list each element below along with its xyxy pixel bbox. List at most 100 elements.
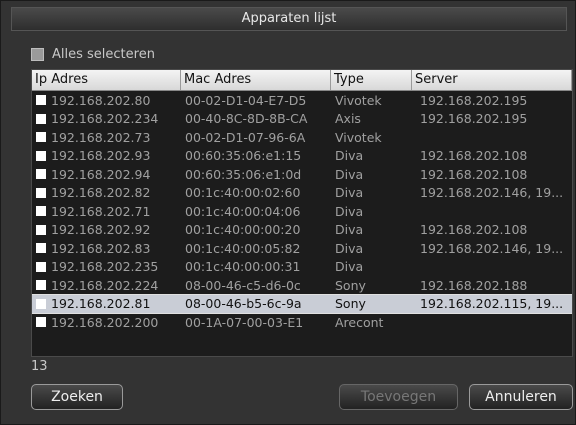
cell-ip: 192.168.202.92 [32,222,181,237]
row-checkbox[interactable] [36,280,46,291]
cell-server: 192.168.202.195 [420,92,528,108]
cell-server: 192.168.202.108 [420,148,528,164]
cell-server: 192.168.202.146, 19... [420,185,564,201]
ip-address: 192.168.202.71 [51,203,151,219]
ip-address: 192.168.202.83 [51,240,151,256]
cell-mac: 00-02-D1-07-96-6A [185,129,306,145]
cell-type: Sony [335,296,366,312]
cell-server: 192.168.202.108 [420,222,528,238]
column-header-server[interactable]: Server [412,70,572,90]
cell-ip: 192.168.202.81 [32,296,181,311]
table-row[interactable]: 192.168.202.94 00:60:35:06:e1:0d Diva 192.1… [32,165,572,184]
row-checkbox[interactable] [36,317,46,328]
ip-address: 192.168.202.73 [51,129,151,145]
cell-mac: 08-00-46-b5-6c-9a [185,296,302,312]
row-checkbox[interactable] [36,169,46,180]
table-row[interactable]: 192.168.202.80 00-02-D1-04-E7-D5 Vivotek 19… [32,91,572,110]
row-checkbox[interactable] [36,113,46,124]
table-row[interactable]: 192.168.202.73 00-02-D1-07-96-6A Vivotek [32,128,572,147]
cell-server: 192.168.202.108 [420,166,528,182]
cell-mac: 00-1A-07-00-03-E1 [185,314,304,330]
device-list-dialog: Apparaten lijst Alles selecteren Ip Adre… [0,0,576,425]
cell-ip: 192.168.202.83 [32,241,181,256]
row-checkbox[interactable] [36,298,46,309]
cell-server: 192.168.202.115, 19... [420,296,564,312]
ip-address: 192.168.202.224 [51,277,159,293]
cell-mac: 00:1c:40:00:00:20 [185,222,301,238]
cell-type: Diva [335,259,364,275]
cell-type: Sony [335,277,366,293]
cell-ip: 192.168.202.234 [32,111,181,126]
table-row[interactable]: 192.168.202.235 00:1c:40:00:00:31 Diva [32,258,572,277]
row-checkbox[interactable] [36,150,46,161]
row-checkbox[interactable] [36,243,46,254]
ip-address: 192.168.202.81 [51,296,151,312]
ip-address: 192.168.202.82 [51,185,151,201]
cell-mac: 00-02-D1-04-E7-D5 [185,92,307,108]
cell-mac: 08-00-46-c5-d6-0c [185,277,301,293]
ip-address: 192.168.202.80 [51,92,151,108]
table-row[interactable]: 192.168.202.71 00:1c:40:00:04:06 Diva [32,202,572,221]
dialog-title: Apparaten lijst [11,7,567,31]
cell-type: Diva [335,203,364,219]
row-checkbox[interactable] [36,261,46,272]
ip-address: 192.168.202.94 [51,166,151,182]
table-row[interactable]: 192.168.202.82 00:1c:40:00:02:60 Diva 192.1… [32,184,572,203]
cancel-button[interactable]: Annuleren [469,384,573,410]
cell-mac: 00-40-8C-8D-8B-CA [185,111,308,127]
cell-mac: 00:60:35:06:e1:15 [185,148,302,164]
cell-type: Diva [335,166,364,182]
cell-type: Vivotek [335,92,382,108]
row-checkbox[interactable] [36,132,46,143]
table-header: Ip Adres Mac Adres Type Server [32,70,572,91]
table-row[interactable]: 192.168.202.83 00:1c:40:00:05:82 Diva 192.1… [32,239,572,258]
cell-mac: 00:1c:40:00:00:31 [185,259,301,275]
table-row[interactable]: 192.168.202.234 00-40-8C-8D-8B-CA Axis 192.… [32,110,572,129]
device-table: Ip Adres Mac Adres Type Server 192.168.2… [31,69,573,357]
column-header-ip[interactable]: Ip Adres [32,70,181,90]
table-row[interactable]: 192.168.202.81 08-00-46-b5-6c-9a Sony 192.1… [32,293,572,314]
cell-ip: 192.168.202.82 [32,185,181,200]
column-header-mac[interactable]: Mac Adres [181,70,331,90]
table-row[interactable]: 192.168.202.200 00-1A-07-00-03-E1 Arecont [32,313,572,332]
cell-type: Diva [335,185,364,201]
cell-type: Arecont [335,314,384,330]
row-checkbox[interactable] [36,187,46,198]
search-button[interactable]: Zoeken [31,384,123,410]
select-all-checkbox-box[interactable] [31,47,44,61]
cell-ip: 192.168.202.71 [32,204,181,219]
ip-address: 192.168.202.200 [51,314,159,330]
cell-server: 192.168.202.195 [420,111,528,127]
column-header-type[interactable]: Type [331,70,412,90]
cell-mac: 00:1c:40:00:02:60 [185,185,301,201]
cell-server: 192.168.202.188 [420,277,528,293]
cell-type: Diva [335,148,364,164]
cell-type: Vivotek [335,129,382,145]
row-checkbox[interactable] [36,95,46,106]
device-count: 13 [31,359,48,374]
cell-ip: 192.168.202.224 [32,278,181,293]
ip-address: 192.168.202.92 [51,222,151,238]
cell-ip: 192.168.202.80 [32,93,181,108]
cell-mac: 00:60:35:06:e1:0d [185,166,302,182]
add-button[interactable]: Toevoegen [339,384,458,410]
table-row[interactable]: 192.168.202.224 08-00-46-c5-d6-0c Sony 192.… [32,276,572,295]
ip-address: 192.168.202.234 [51,111,159,127]
cell-type: Axis [335,111,361,127]
ip-address: 192.168.202.93 [51,148,151,164]
cell-ip: 192.168.202.94 [32,167,181,182]
cell-mac: 00:1c:40:00:05:82 [185,240,301,256]
cell-server: 192.168.202.146, 19... [420,240,564,256]
table-row[interactable]: 192.168.202.93 00:60:35:06:e1:15 Diva 192.1… [32,147,572,166]
cell-mac: 00:1c:40:00:04:06 [185,203,301,219]
table-body: 192.168.202.80 00-02-D1-04-E7-D5 Vivotek 19… [32,91,572,332]
cell-type: Diva [335,240,364,256]
select-all-checkbox[interactable]: Alles selecteren [31,46,155,62]
cell-ip: 192.168.202.73 [32,130,181,145]
cell-type: Diva [335,222,364,238]
select-all-label: Alles selecteren [52,46,155,62]
row-checkbox[interactable] [36,224,46,235]
cell-ip: 192.168.202.93 [32,148,181,163]
table-row[interactable]: 192.168.202.92 00:1c:40:00:00:20 Diva 192.1… [32,221,572,240]
row-checkbox[interactable] [36,206,46,217]
